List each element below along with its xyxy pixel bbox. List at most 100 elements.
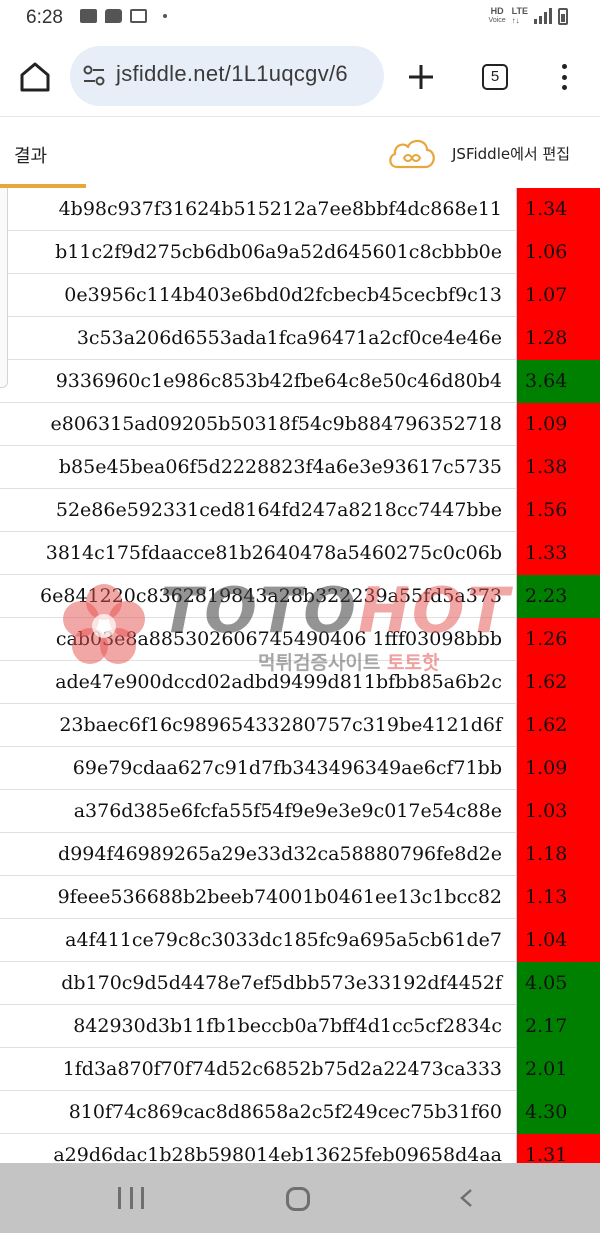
odd-cell-high: 2.01 [516,1048,600,1091]
table-row: a4f411ce79c8c3033dc185fc9a695a5cb61de7 1.… [0,919,600,962]
scroll-handle[interactable] [0,188,8,388]
hash-cell: d994f46989265a29e33d32ca58880796fe8d2e [58,843,502,865]
home-nav-icon[interactable] [286,1187,310,1211]
hash-cell: b11c2f9d275cb6db06a9a52d645601c8cbbb0e [55,241,502,263]
address-bar[interactable]: jsfiddle.net/1L1uqcgv/6 [70,46,384,106]
table-row: ade47e900dccd02adbd9499d811bfbb85a6b2c 1.… [0,661,600,704]
odd-cell-low: 1.18 [516,833,600,876]
battery-icon [558,7,568,25]
odd-value: 4.30 [525,1101,568,1123]
odd-cell-high: 2.17 [516,1005,600,1048]
hash-cell: db170c9d5d4478e7ef5dbb573e33192df4452f [61,972,502,994]
table-row: 3814c175fdaacce81b2640478a5460275c0c06b 1… [0,532,600,575]
table-row: 9feee536688b2beeb74001b0461ee13c1bcc82 1.… [0,876,600,919]
status-time: 6:28 [26,7,63,28]
odd-value: 2.01 [525,1058,568,1080]
odd-value: 1.38 [525,456,568,478]
odd-value: 1.09 [525,413,568,435]
odd-cell-low: 1.13 [516,876,600,919]
odd-value: 1.33 [525,542,568,564]
table-row: a29d6dac1b28b598014eb13625feb09658d4aa 1.… [0,1134,600,1163]
odd-value: 1.06 [525,241,568,263]
more-menu-icon[interactable] [554,62,574,92]
hash-cell: a376d385e6fcfa55f54f9e9e3e9c017e54c88e [73,800,502,822]
odd-cell-low: 1.26 [516,618,600,661]
hash-cell: 842930d3b11fb1beccb0a7bff4d1cc5cf2834c [73,1015,502,1037]
edit-in-jsfiddle-link[interactable]: JSFiddle에서 편집 [452,143,570,164]
hash-cell: 52e86e592331ced8164fd247a8218cc7447bbe [55,499,502,521]
table-row: cab03e8a885302606745490406 1fff03098bbb 1… [0,618,600,661]
table-row: 23baec6f16c98965433280757c319be4121d6f 1.… [0,704,600,747]
odd-value: 3.64 [525,370,568,392]
odd-cell-high: 2.23 [516,575,600,618]
table-row: 6e841220c8362819843a28b322239a55fd5a373 2… [0,575,600,618]
jsfiddle-logo-icon[interactable] [387,134,437,172]
gallery-icon [80,9,97,23]
hash-cell: 1fd3a870f70f74d52c6852b75d2a22473ca333 [62,1058,502,1080]
odd-value: 1.18 [525,843,568,865]
system-icons: HD Voice LTE ↑↓ [489,6,568,26]
odd-value: 1.34 [525,198,568,220]
table-row: b85e45bea06f5d2228823f4a6e3e93617c5735 1.… [0,446,600,489]
table-row: a376d385e6fcfa55f54f9e9e3e9c017e54c88e 1.… [0,790,600,833]
tabs-icon[interactable]: 5 [482,64,508,90]
message-icon [105,9,122,23]
odd-value: 1.62 [525,671,568,693]
hash-cell: 9336960c1e986c853b42fbe64c8e50c46d80b4 [55,370,502,392]
odd-cell-low: 1.07 [516,274,600,317]
odd-cell-high: 4.30 [516,1091,600,1134]
status-bar: 6:28 HD Voice LTE ↑↓ [0,0,600,36]
hash-cell: 3c53a206d6553ada1fca96471a2cf0ce4e46e [76,327,502,349]
odd-cell-high: 4.05 [516,962,600,1005]
hash-cell: ade47e900dccd02adbd9499d811bfbb85a6b2c [55,671,502,693]
dot-icon [163,14,167,18]
table-row: 69e79cdaa627c91d7fb343496349ae6cf71bb 1.0… [0,747,600,790]
back-icon[interactable] [458,1188,474,1208]
site-settings-icon[interactable] [82,65,106,87]
odd-cell-low: 1.34 [516,188,600,231]
odd-value: 1.62 [525,714,568,736]
hash-cell: cab03e8a885302606745490406 1fff03098bbb [55,628,502,650]
table-row: b11c2f9d275cb6db06a9a52d645601c8cbbb0e 1.… [0,231,600,274]
lte-icon: LTE ↑↓ [511,6,528,25]
browser-toolbar: jsfiddle.net/1L1uqcgv/6 5 [0,36,600,116]
hd-voice-icon: HD Voice [488,6,506,25]
recent-apps-icon[interactable] [118,1187,144,1209]
table-body: 4b98c937f31624b515212a7ee8bbf4dc868e11 1.… [0,188,600,1163]
odd-cell-high: 3.64 [516,360,600,403]
table-row: 810f74c869cac8d8658a2c5f249cec75b31f60 4.… [0,1091,600,1134]
home-icon [20,62,50,92]
url-text[interactable]: jsfiddle.net/1L1uqcgv/6 [116,61,348,87]
odd-value: 1.03 [525,800,568,822]
odd-cell-low: 1.04 [516,919,600,962]
odd-cell-low: 1.06 [516,231,600,274]
table-row: 1fd3a870f70f74d52c6852b75d2a22473ca333 2.… [0,1048,600,1091]
hash-cell: 6e841220c8362819843a28b322239a55fd5a373 [40,585,502,607]
odd-value: 2.23 [525,585,568,607]
table-row: 842930d3b11fb1beccb0a7bff4d1cc5cf2834c 2.… [0,1005,600,1048]
odd-value: 1.07 [525,284,568,306]
hash-cell: a29d6dac1b28b598014eb13625feb09658d4aa [53,1144,502,1163]
table-row: 3c53a206d6553ada1fca96471a2cf0ce4e46e 1.2… [0,317,600,360]
odd-value: 1.56 [525,499,568,521]
fiddle-header: 결과 JSFiddle에서 편집 [0,116,600,188]
home-button[interactable] [18,60,52,94]
hash-cell: 23baec6f16c98965433280757c319be4121d6f [59,714,502,736]
tab-result[interactable]: 결과 [14,142,47,168]
odd-cell-low: 1.62 [516,704,600,747]
new-tab-button[interactable] [406,62,436,92]
odd-cell-low: 1.09 [516,403,600,446]
table-row: 9336960c1e986c853b42fbe64c8e50c46d80b4 3.… [0,360,600,403]
odd-value: 1.04 [525,929,568,951]
hash-cell: 9feee536688b2beeb74001b0461ee13c1bcc82 [57,886,502,908]
result-table: 4b98c937f31624b515212a7ee8bbf4dc868e11 1.… [0,188,600,1163]
odd-value: 1.28 [525,327,568,349]
odd-cell-low: 1.38 [516,446,600,489]
signal-icon [534,8,552,24]
table-row: e806315ad09205b50318f54c9b884796352718 1.… [0,403,600,446]
system-nav-bar [0,1163,600,1233]
odd-value: 1.13 [525,886,568,908]
hash-cell: b85e45bea06f5d2228823f4a6e3e93617c5735 [58,456,502,478]
hash-cell: 0e3956c114b403e6bd0d2fcbecb45cecbf9c13 [64,284,502,306]
odd-cell-low: 1.62 [516,661,600,704]
